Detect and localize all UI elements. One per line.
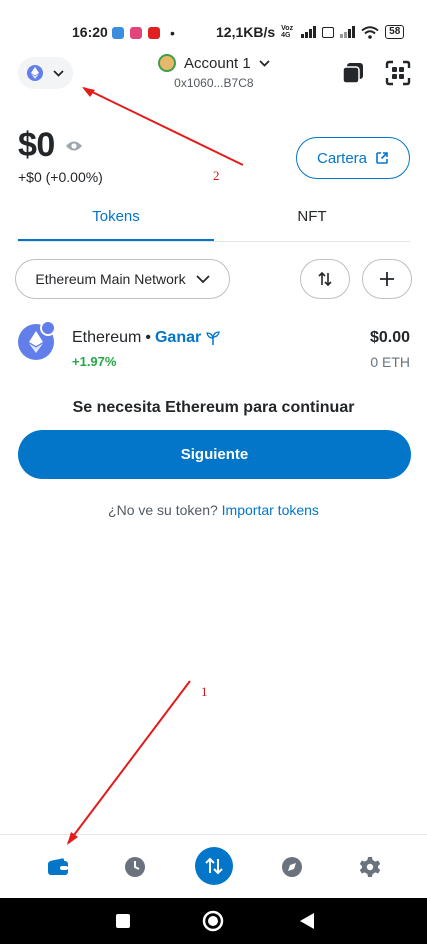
asset-tabs: Tokens NFT <box>18 200 410 242</box>
sprout-icon <box>206 331 221 345</box>
token-name: Ethereum <box>72 329 142 346</box>
wallet-icon[interactable] <box>40 849 76 885</box>
back-icon[interactable] <box>296 910 318 932</box>
network-speed: 12,1KB/s <box>216 24 276 40</box>
android-navigation-bar <box>0 898 427 944</box>
add-token-button[interactable] <box>362 259 412 299</box>
app-notification-icon <box>130 27 142 39</box>
gear-icon[interactable] <box>352 849 388 885</box>
sort-arrows-icon <box>318 271 332 287</box>
status-dot: • <box>170 25 175 41</box>
annotation-label-1: 1 <box>201 684 208 699</box>
sim-icon <box>322 26 335 38</box>
app-notification-icon <box>112 27 124 39</box>
account-address: 0x1060...B7C8 <box>174 76 254 90</box>
swap-icon[interactable] <box>195 847 233 885</box>
status-bar: 16:20 • 12,1KB/s Voz 4G 58 <box>0 0 427 46</box>
qr-scan-icon[interactable] <box>385 60 411 86</box>
sort-button[interactable] <box>300 259 350 299</box>
token-fiat-value: $0.00 <box>369 329 410 346</box>
earn-link[interactable]: Ganar <box>155 329 201 347</box>
annotation-arrow-1 <box>67 680 191 844</box>
import-tokens-link[interactable]: Importar tokens <box>222 502 319 518</box>
tab-tokens[interactable]: Tokens <box>18 200 214 241</box>
token-change: +1.97% <box>72 354 117 369</box>
status-app-icons: • <box>112 25 175 41</box>
network-filter-dropdown[interactable]: Ethereum Main Network <box>15 259 230 299</box>
chevron-down-icon <box>259 59 270 67</box>
network-selector-button[interactable] <box>18 57 73 89</box>
ethereum-icon <box>27 65 43 81</box>
balance-section: $0 +$0 (+0.00%) <box>18 126 103 185</box>
copy-icon[interactable] <box>340 60 366 86</box>
wifi-icon <box>361 25 379 39</box>
battery-icon: 58 <box>385 25 405 39</box>
compass-icon[interactable] <box>274 849 310 885</box>
signal-icon <box>340 26 356 38</box>
need-ethereum-message: Se necesita Ethereum para continuar <box>72 399 355 416</box>
balance-amount: $0 <box>18 126 55 164</box>
chevron-down-icon <box>195 274 210 283</box>
balance-change: +$0 (+0.00%) <box>18 169 103 185</box>
next-button[interactable]: Siguiente <box>18 430 411 479</box>
status-time: 16:20 <box>72 24 108 40</box>
home-icon[interactable] <box>202 910 224 932</box>
network-tag: Voz 4G <box>281 25 294 39</box>
token-row-ethereum[interactable]: Ethereum • Ganar +1.97% $0.00 0 ETH <box>18 320 410 380</box>
youtube-icon <box>148 27 160 39</box>
network-filter-label: Ethereum Main Network <box>35 271 186 287</box>
clock-icon[interactable] <box>117 849 153 885</box>
annotation-label-2: 2 <box>213 168 220 183</box>
signal-icon <box>301 26 317 38</box>
external-link-icon <box>376 152 388 164</box>
status-right: 12,1KB/s Voz 4G 58 <box>216 24 405 40</box>
portfolio-button-label: Cartera <box>316 149 368 167</box>
account-name: Account 1 <box>184 54 251 72</box>
account-selector[interactable]: Account 1 0x1060...B7C8 <box>158 54 270 90</box>
app-header: Account 1 0x1060...B7C8 <box>0 46 427 106</box>
import-question: ¿No ve su token? <box>108 502 218 518</box>
eye-icon[interactable] <box>65 140 83 152</box>
token-amount: 0 ETH <box>370 354 410 370</box>
token-separator: • <box>145 329 151 346</box>
chevron-down-icon <box>53 69 64 77</box>
recent-apps-icon[interactable] <box>112 910 134 932</box>
account-avatar <box>158 54 176 72</box>
portfolio-button[interactable]: Cartera <box>296 137 410 179</box>
tab-nft[interactable]: NFT <box>214 200 410 241</box>
import-tokens-line: ¿No ve su token? Importar tokens <box>0 502 427 518</box>
bottom-navigation <box>0 834 427 898</box>
network-badge-icon <box>40 320 56 336</box>
plus-icon <box>380 272 394 286</box>
